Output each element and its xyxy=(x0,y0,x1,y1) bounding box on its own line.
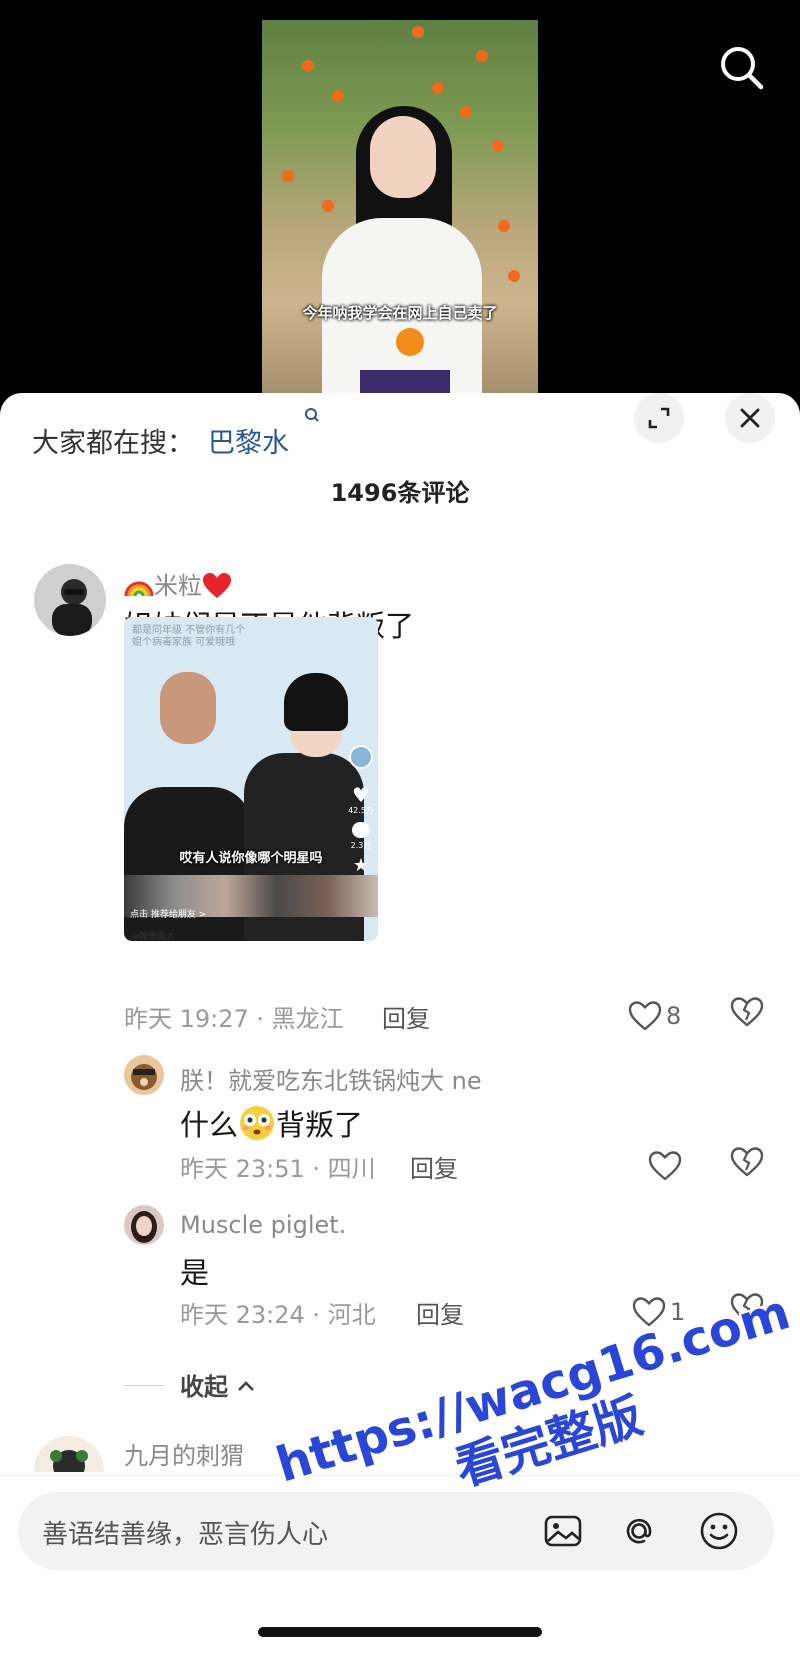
avatar-image xyxy=(34,564,106,636)
video-search-button[interactable] xyxy=(712,38,772,98)
red-heart-emoji xyxy=(203,573,231,598)
comment-image-attachment[interactable]: 都是同年级 不管你有几个 姐个病毒家族 可爱哦哦 ♥ 42.5万 2.3万 ★ … xyxy=(124,617,378,941)
comment-username[interactable]: 米粒 xyxy=(124,566,232,601)
avatar[interactable] xyxy=(124,1205,164,1245)
collapse-replies-button[interactable]: 收起 xyxy=(180,1367,256,1402)
reply-button[interactable]: 回复 xyxy=(382,999,430,1034)
comment-count: 1496条评论 xyxy=(330,479,470,507)
image-bottom-text: 点击 推荐给朋友 > xyxy=(130,910,207,920)
collapse-label: 收起 xyxy=(180,1373,228,1401)
dislike-button[interactable] xyxy=(730,996,770,1036)
broken-heart-icon xyxy=(730,1147,764,1177)
collapse-divider xyxy=(124,1385,164,1386)
reply-text-part: 背叛了 xyxy=(276,1108,364,1142)
video-player[interactable]: 今年呐我学会在网上自己卖了 xyxy=(0,0,800,400)
image-icon xyxy=(544,1515,582,1547)
image-author-avatar xyxy=(349,745,373,769)
heart-outline-icon xyxy=(648,1151,682,1181)
reply-username[interactable]: 朕！就爱吃东北铁锅炖大 ne xyxy=(180,1061,482,1096)
image-person-right-hair xyxy=(284,673,348,731)
image-author-handle: @翰墨典大 xyxy=(130,932,176,941)
like-count: 8 xyxy=(666,1002,682,1030)
dislike-button[interactable] xyxy=(730,1146,770,1186)
reply-text: 是 xyxy=(180,1256,210,1290)
comment-username[interactable]: 九月的刺猬 xyxy=(124,1436,244,1471)
like-button[interactable] xyxy=(648,1146,686,1186)
chevron-up-icon xyxy=(238,1381,255,1391)
image-side-actions: ♥ 42.5万 2.3万 ★ 6万 xyxy=(348,745,374,888)
close-icon xyxy=(740,408,760,428)
comment-time-location: 昨天 19:27 · 黑龙江 xyxy=(124,1005,344,1033)
avatar-image xyxy=(124,1055,164,1095)
like-button[interactable]: 1 xyxy=(632,1292,685,1332)
heart-icon: ♥ xyxy=(352,783,370,807)
reply-text: 什么 背叛了 xyxy=(180,1102,363,1144)
search-icon xyxy=(305,408,319,422)
emoji-icon xyxy=(700,1512,738,1550)
trending-search-prefix: 大家都在搜： xyxy=(32,428,194,459)
reply-username[interactable]: Muscle piglet. xyxy=(180,1211,346,1239)
like-button[interactable]: 8 xyxy=(628,996,681,1036)
video-caption: 今年呐我学会在网上自己卖了 xyxy=(302,304,498,322)
home-indicator xyxy=(258,1627,542,1637)
comment-username-text: 米粒 xyxy=(154,572,202,600)
expand-icon xyxy=(648,407,670,429)
heart-outline-icon xyxy=(628,1001,662,1031)
at-icon xyxy=(626,1518,652,1544)
search-icon xyxy=(721,47,764,90)
mention-button[interactable] xyxy=(618,1510,660,1552)
like-count: 1 xyxy=(670,1298,686,1326)
image-button[interactable] xyxy=(542,1510,584,1552)
image-like-count: 42.5万 xyxy=(348,806,374,815)
comment-input-bar: 善语结善缘，恶言伤人心 xyxy=(0,1475,800,1657)
broken-heart-icon xyxy=(730,1293,764,1323)
comment-icon xyxy=(352,822,370,838)
reply-time-location: 昨天 23:51 · 四川 xyxy=(180,1155,376,1183)
reply-text-part: 什么 xyxy=(180,1108,239,1142)
comment-input-placeholder[interactable]: 善语结善缘，恶言伤人心 xyxy=(42,1514,328,1551)
video-frame[interactable]: 今年呐我学会在网上自己卖了 xyxy=(262,20,538,396)
emoji-button[interactable] xyxy=(698,1510,740,1552)
rainbow-emoji xyxy=(124,581,154,597)
close-button[interactable] xyxy=(725,393,775,443)
dislike-button[interactable] xyxy=(730,1292,770,1332)
image-top-text: 姐个病毒家族 可爱哦哦 xyxy=(132,637,236,648)
flushed-face-emoji xyxy=(240,1106,275,1140)
avatar[interactable] xyxy=(34,564,106,636)
trending-search-term[interactable]: 巴黎水 xyxy=(208,421,289,460)
reply-button[interactable]: 回复 xyxy=(416,1295,464,1330)
avatar-image xyxy=(124,1205,164,1245)
image-person-left-face xyxy=(160,672,216,744)
person-face xyxy=(370,116,436,198)
orange-fruit xyxy=(396,328,424,356)
heart-outline-icon xyxy=(632,1297,666,1327)
comment-input[interactable]: 善语结善缘，恶言伤人心 xyxy=(18,1492,774,1570)
expand-button[interactable] xyxy=(634,393,684,443)
broken-heart-icon xyxy=(730,997,764,1027)
reply-time-location: 昨天 23:24 · 河北 xyxy=(180,1301,376,1329)
avatar[interactable] xyxy=(124,1055,164,1095)
reply-button[interactable]: 回复 xyxy=(410,1149,458,1184)
image-caption: 哎有人说你像哪个明星吗 xyxy=(179,851,323,866)
